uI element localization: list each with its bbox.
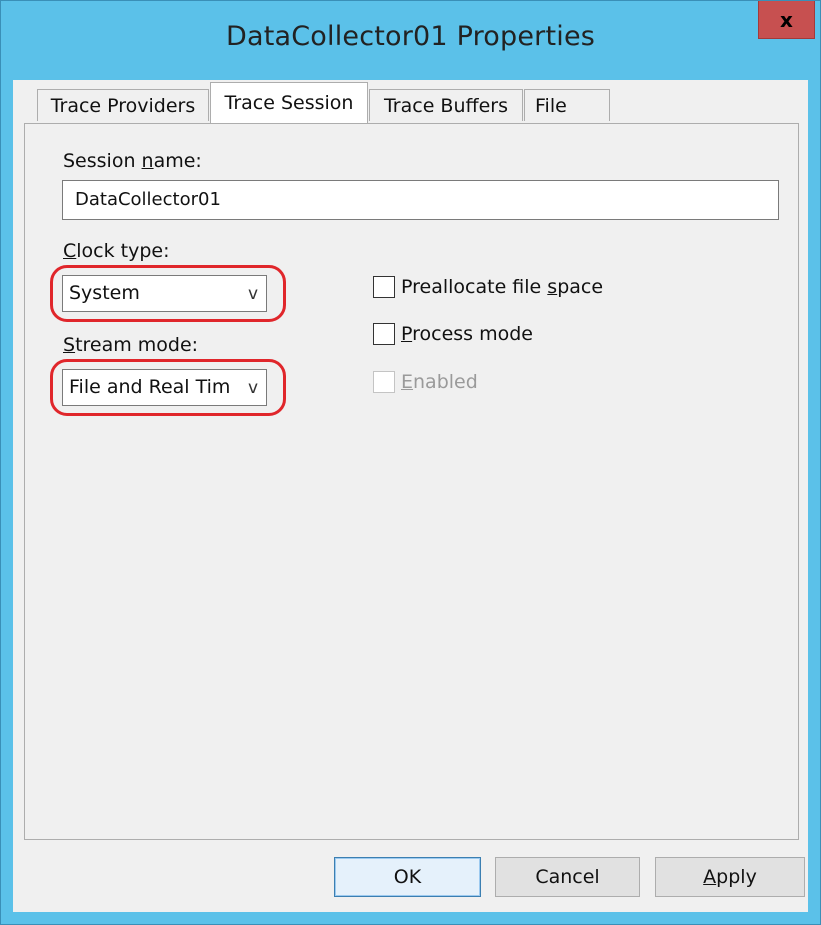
- session-name-input[interactable]: DataCollector01: [62, 180, 779, 220]
- tab-label: File: [535, 94, 567, 117]
- tab-label: Trace Buffers: [383, 94, 508, 117]
- window-title: DataCollector01 Properties: [225, 21, 596, 52]
- tab-label: Trace Providers: [50, 94, 196, 117]
- preallocate-file-space-checkbox[interactable]: Preallocate file space: [373, 276, 603, 298]
- checkbox-label: Process mode: [401, 323, 533, 345]
- clock-type-label: Clock type:: [63, 240, 170, 262]
- tab-label: Trace Session: [224, 92, 354, 114]
- clock-type-value: System: [69, 282, 140, 304]
- ok-button[interactable]: OK: [334, 857, 481, 897]
- checkbox-box[interactable]: [373, 276, 395, 298]
- chevron-down-icon: v: [247, 284, 258, 304]
- title-bar[interactable]: DataCollector01 Properties x: [1, 1, 820, 80]
- session-name-label: Session name:: [63, 150, 202, 172]
- cancel-button[interactable]: Cancel: [495, 857, 640, 897]
- tab-panel-trace-session: [24, 123, 799, 840]
- tab-trace-providers[interactable]: Trace Providers: [37, 89, 209, 121]
- checkbox-box[interactable]: [373, 323, 395, 345]
- stream-mode-value: File and Real Tim: [69, 376, 231, 398]
- checkbox-box: [373, 371, 395, 393]
- tab-file[interactable]: File: [524, 89, 610, 121]
- tab-trace-session[interactable]: Trace Session: [210, 82, 368, 123]
- tab-trace-buffers[interactable]: Trace Buffers: [369, 89, 523, 121]
- apply-button[interactable]: Apply: [655, 857, 805, 897]
- stream-mode-select[interactable]: File and Real Tim v: [62, 369, 267, 406]
- process-mode-checkbox[interactable]: Process mode: [373, 323, 533, 345]
- checkbox-label: Preallocate file space: [401, 276, 604, 298]
- chevron-down-icon: v: [247, 378, 258, 398]
- close-icon: x: [780, 7, 793, 32]
- clock-type-select[interactable]: System v: [62, 275, 267, 312]
- checkbox-label: Enabled: [401, 371, 478, 393]
- enabled-checkbox: Enabled: [373, 371, 478, 393]
- stream-mode-label: Stream mode:: [63, 334, 199, 356]
- close-button[interactable]: x: [758, 1, 815, 39]
